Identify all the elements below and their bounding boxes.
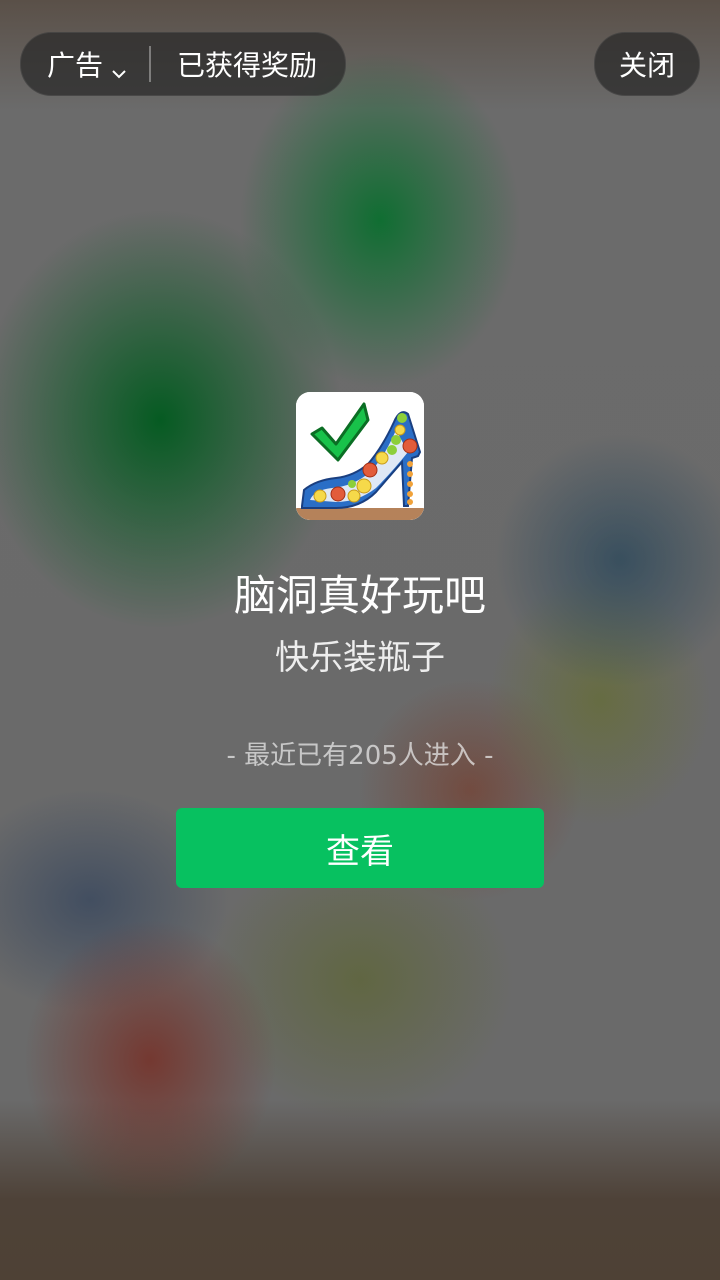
visitor-count-text: - 最近已有205人进入 -	[226, 741, 494, 771]
reward-status-text: 已获得奖励	[177, 49, 318, 82]
chevron-down-icon	[111, 56, 127, 79]
view-button[interactable]: 查看	[176, 808, 544, 888]
app-subtitle: 快乐装瓶子	[275, 638, 445, 678]
top-bar: 广告 已获得奖励 关闭	[20, 32, 700, 96]
high-heel-bottle-game-icon	[296, 392, 424, 520]
ad-label-text: 广告	[47, 49, 104, 82]
app-name: 脑洞真好玩吧	[233, 571, 486, 620]
close-button[interactable]: 关闭	[594, 32, 700, 96]
ad-label-dropdown[interactable]: 广告	[21, 33, 149, 95]
ad-info-pill: 广告 已获得奖励	[20, 32, 347, 96]
ad-screen: 广告 已获得奖励 关闭 脑洞真好玩吧 快乐装瓶子 - 最近已有205人进入 - …	[0, 0, 720, 1280]
